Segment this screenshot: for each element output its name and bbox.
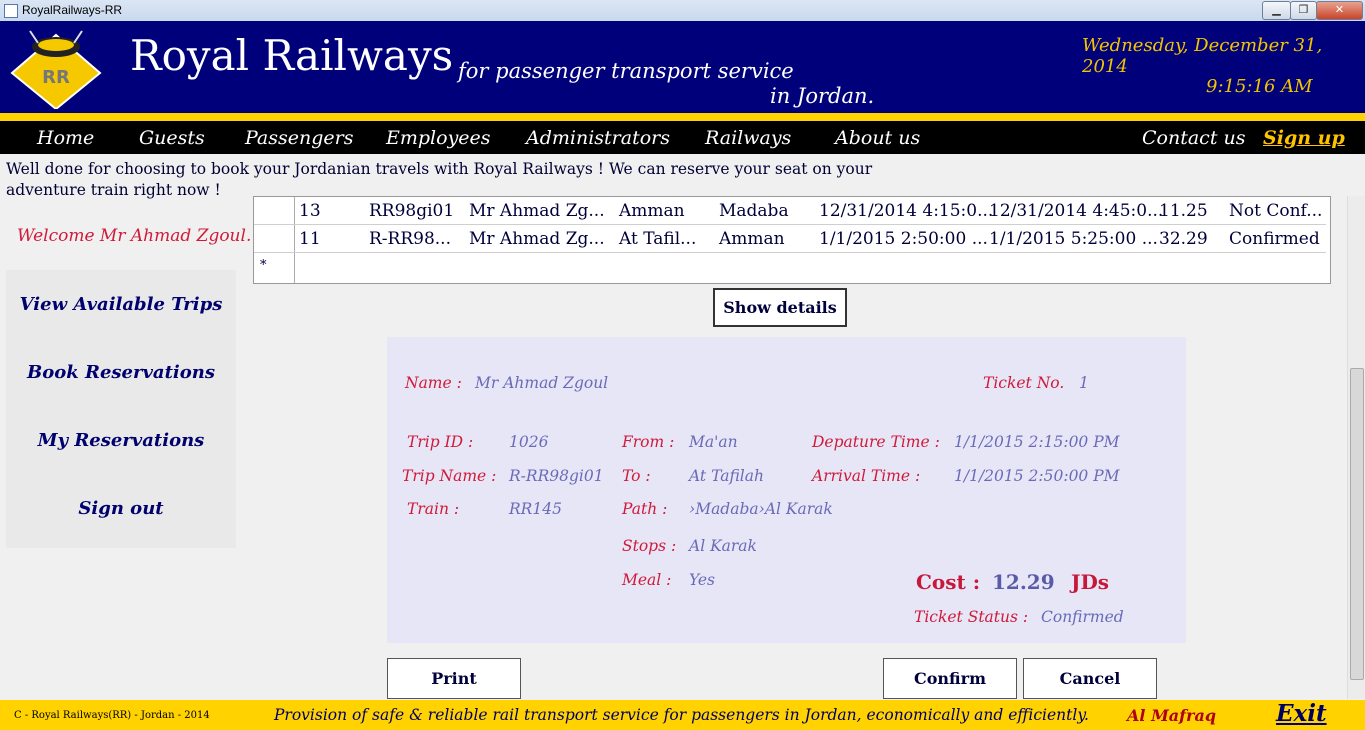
trip-id-value: 1026 xyxy=(509,433,549,451)
stops-label: Stops : xyxy=(622,537,677,555)
cell-reservation-id[interactable]: 13 xyxy=(299,201,321,221)
tagline-line2: in Jordan. xyxy=(770,84,875,108)
cell-from[interactable]: At Tafil... xyxy=(619,229,696,249)
sidebar-item-view-available-trips[interactable]: View Available Trips xyxy=(6,294,236,315)
cancel-button[interactable]: Cancel xyxy=(1023,658,1157,699)
current-date: Wednesday, December 31, 2014 xyxy=(1082,35,1323,77)
close-button[interactable]: ✕ xyxy=(1316,1,1363,20)
cell-passenger[interactable]: Mr Ahmad Zg... xyxy=(469,229,605,249)
maximize-button[interactable]: ❐ xyxy=(1290,1,1317,20)
cell-status[interactable]: Not Conf... xyxy=(1229,201,1322,221)
ticket-details-panel: Name : Mr Ahmad Zgoul Ticket No. 1 Trip … xyxy=(387,337,1186,643)
nav-guests[interactable]: Guests xyxy=(139,127,205,149)
intro-message: Well done for choosing to book your Jord… xyxy=(6,160,873,199)
name-label: Name : xyxy=(405,374,462,392)
app-icon xyxy=(4,4,18,18)
nav-sign-up[interactable]: Sign up xyxy=(1263,127,1345,149)
site-header: RR Royal Railways for passenger transpor… xyxy=(0,21,1365,113)
ticket-status-value: Confirmed xyxy=(1041,608,1124,626)
show-details-button[interactable]: Show details xyxy=(713,288,847,327)
cell-reservation-id[interactable]: 11 xyxy=(299,229,321,249)
arrival-time-label: Arrival Time : xyxy=(812,467,921,485)
tagline-line1: for passenger transport service xyxy=(458,59,794,83)
departure-time-value: 1/1/2015 2:15:00 PM xyxy=(954,433,1120,451)
nav-home[interactable]: Home xyxy=(37,127,94,149)
meal-value: Yes xyxy=(689,571,716,589)
cell-from[interactable]: Amman xyxy=(619,201,685,221)
table-row[interactable]: 11 R-RR98... Mr Ahmad Zg... At Tafil... … xyxy=(254,225,1326,253)
cost-value: 12.29 xyxy=(992,570,1055,594)
train-value: RR145 xyxy=(509,500,562,518)
copyright: C - Royal Railways(RR) - Jordan - 2014 xyxy=(14,710,210,721)
cell-trip-name[interactable]: R-RR98... xyxy=(369,229,451,249)
nav-passengers[interactable]: Passengers xyxy=(245,127,353,149)
print-button[interactable]: Print xyxy=(387,658,521,699)
welcome-message: Welcome Mr Ahmad Zgoul. xyxy=(17,226,252,246)
cell-arrival[interactable]: 12/31/2014 4:45:0... xyxy=(989,201,1163,221)
to-label: To : xyxy=(622,467,651,485)
nav-railways[interactable]: Railways xyxy=(705,127,791,149)
to-value: At Tafilah xyxy=(689,467,764,485)
train-label: Train : xyxy=(407,500,460,518)
path-value: ›Madaba›Al Karak xyxy=(689,500,833,518)
cost-label: Cost : xyxy=(916,570,981,594)
new-row-marker: * xyxy=(260,258,267,273)
reservations-grid[interactable]: 13 RR98gi01 Mr Ahmad Zg... Amman Madaba … xyxy=(253,196,1331,284)
sidebar: View Available Trips Book Reservations M… xyxy=(6,270,236,548)
table-row[interactable]: 13 RR98gi01 Mr Ahmad Zg... Amman Madaba … xyxy=(254,197,1326,225)
cell-to[interactable]: Amman xyxy=(719,229,785,249)
confirm-button[interactable]: Confirm xyxy=(883,658,1017,699)
cost-currency: JDs xyxy=(1071,570,1110,594)
cell-cost[interactable]: 32.29 xyxy=(1159,229,1208,249)
trip-id-label: Trip ID : xyxy=(407,433,474,451)
arrival-time-value: 1/1/2015 2:50:00 PM xyxy=(954,467,1120,485)
ticket-no-label: Ticket No. xyxy=(983,374,1065,392)
window-titlebar: RoyalRailways-RR ▁ ❐ ✕ xyxy=(0,0,1365,22)
cell-cost[interactable]: 11.25 xyxy=(1159,201,1208,221)
footer-motto: Provision of safe & reliable rail transp… xyxy=(274,706,1089,724)
window-title: RoyalRailways-RR xyxy=(22,3,123,17)
path-label: Path : xyxy=(622,500,668,518)
logo-text: RR xyxy=(42,67,70,88)
from-value: Ma'an xyxy=(689,433,738,451)
brand-name: Royal Railways xyxy=(130,31,454,80)
new-row[interactable]: * xyxy=(254,253,1326,280)
cell-status[interactable]: Confirmed xyxy=(1229,229,1320,249)
cell-arrival[interactable]: 1/1/2015 5:25:00 ... xyxy=(989,229,1158,249)
sidebar-item-book-reservations[interactable]: Book Reservations xyxy=(6,362,236,383)
departure-time-label: Depature Time : xyxy=(812,433,940,451)
site-footer: C - Royal Railways(RR) - Jordan - 2014 P… xyxy=(0,700,1365,730)
cell-passenger[interactable]: Mr Ahmad Zg... xyxy=(469,201,605,221)
footer-city: Al Mafraq xyxy=(1127,706,1217,725)
cell-departure[interactable]: 1/1/2015 2:50:00 ... xyxy=(819,229,988,249)
nav-contact-us[interactable]: Contact us xyxy=(1142,127,1245,149)
cell-to[interactable]: Madaba xyxy=(719,201,789,221)
scrollbar-thumb[interactable] xyxy=(1350,368,1364,680)
stops-value: Al Karak xyxy=(689,537,757,555)
main-nav: Home Guests Passengers Employees Adminis… xyxy=(0,121,1365,154)
ticket-status-label: Ticket Status : xyxy=(914,608,1029,626)
exit-link[interactable]: Exit xyxy=(1276,700,1327,727)
cell-departure[interactable]: 12/31/2014 4:15:0... xyxy=(819,201,993,221)
header-divider xyxy=(0,113,1365,121)
nav-employees[interactable]: Employees xyxy=(386,127,491,149)
trip-name-label: Trip Name : xyxy=(402,467,497,485)
nav-about-us[interactable]: About us xyxy=(835,127,920,149)
name-value: Mr Ahmad Zgoul xyxy=(475,374,609,392)
minimize-button[interactable]: ▁ xyxy=(1262,1,1291,20)
current-time: 9:15:16 AM xyxy=(1206,76,1313,97)
from-label: From : xyxy=(622,433,675,451)
sidebar-item-my-reservations[interactable]: My Reservations xyxy=(6,430,236,451)
rr-logo: RR xyxy=(8,25,104,111)
sidebar-item-sign-out[interactable]: Sign out xyxy=(6,498,236,519)
ticket-no-value: 1 xyxy=(1079,374,1089,392)
trip-name-value: R-RR98gi01 xyxy=(509,467,604,485)
cell-trip-name[interactable]: RR98gi01 xyxy=(369,201,454,221)
nav-administrators[interactable]: Administrators xyxy=(526,127,670,149)
meal-label: Meal : xyxy=(622,571,672,589)
